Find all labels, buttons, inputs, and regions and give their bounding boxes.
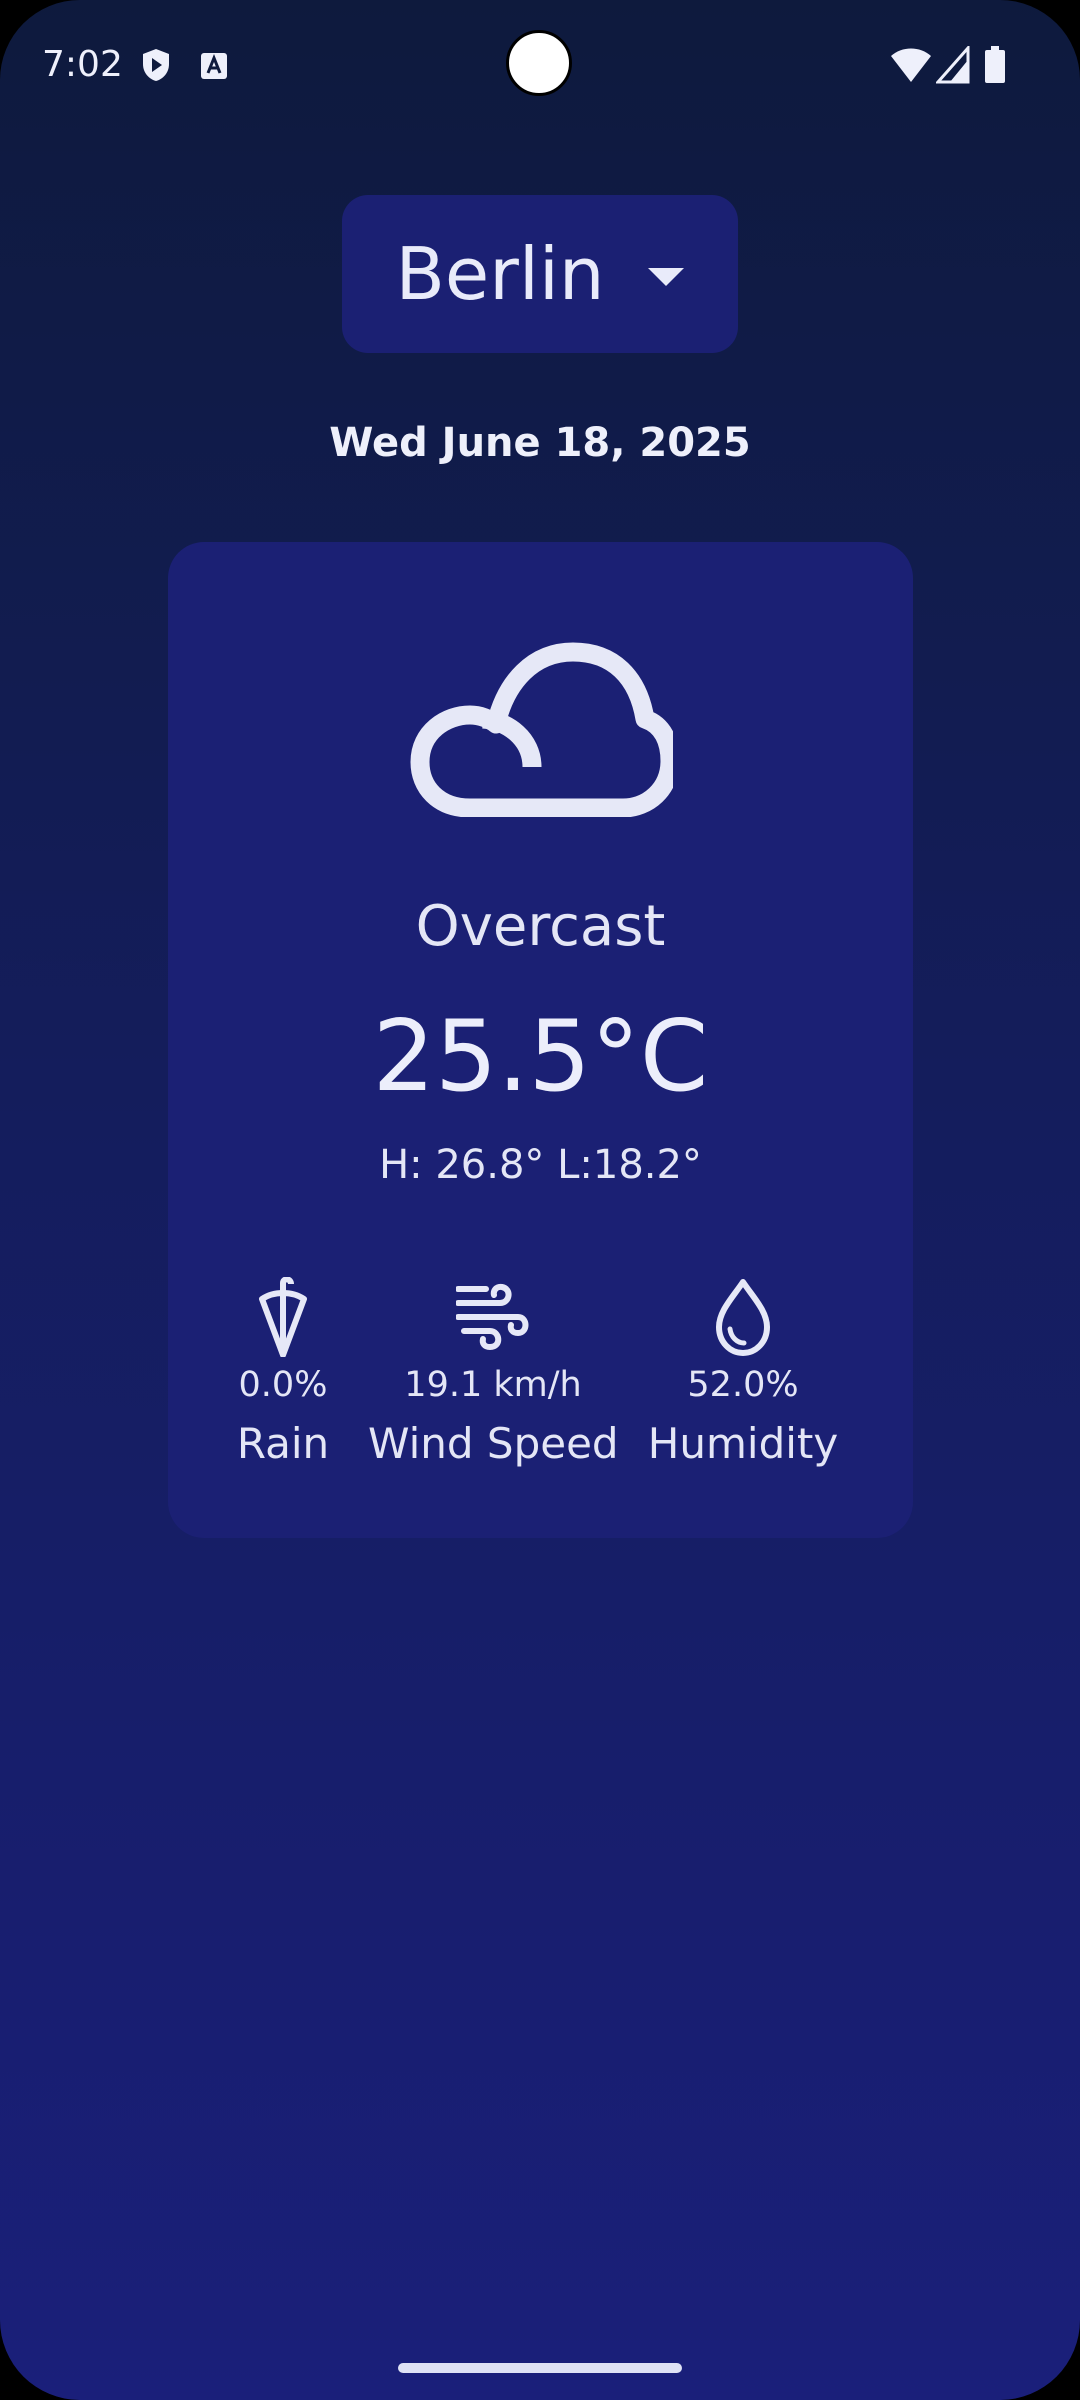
camera-cutout (506, 30, 572, 96)
status-time: 7:02 (42, 44, 123, 85)
high-low-label: H: 26.8° L:18.2° (379, 1142, 702, 1188)
wind-metric: 19.1 km/h Wind Speed (368, 1277, 619, 1468)
wind-value: 19.1 km/h (404, 1365, 582, 1405)
umbrella-icon (259, 1277, 307, 1357)
temperature-label: 25.5°C (372, 1000, 709, 1114)
condition-label: Overcast (415, 894, 666, 959)
rain-label: Rain (236, 1419, 330, 1468)
city-label: Berlin (395, 232, 605, 316)
weather-card: Overcast 25.5°C H: 26.8° L:18.2° 0.0% Ra… (168, 542, 913, 1538)
date-label: Wed June 18, 2025 (329, 420, 751, 466)
keyboard-a-icon (201, 53, 227, 79)
humidity-label: Humidity (647, 1419, 839, 1468)
humidity-metric: 52.0% Humidity (643, 1277, 843, 1468)
app-screen: 7:02 Berlin Wed June 18, 2025 Overcast 2… (0, 0, 1080, 2400)
wind-label: Wind Speed (368, 1419, 619, 1468)
city-dropdown[interactable]: Berlin (342, 195, 738, 353)
battery-icon (985, 46, 1005, 83)
home-indicator[interactable] (398, 2363, 682, 2373)
humidity-value: 52.0% (687, 1365, 799, 1405)
wifi-icon (891, 48, 931, 82)
cloud-icon (410, 642, 673, 817)
chevron-down-icon (648, 268, 685, 286)
play-protect-icon (143, 49, 169, 81)
rain-metric: 0.0% Rain (228, 1277, 338, 1468)
drop-icon (716, 1279, 770, 1356)
signal-icon (936, 46, 970, 84)
rain-value: 0.0% (238, 1365, 328, 1405)
wind-icon (456, 1283, 529, 1351)
